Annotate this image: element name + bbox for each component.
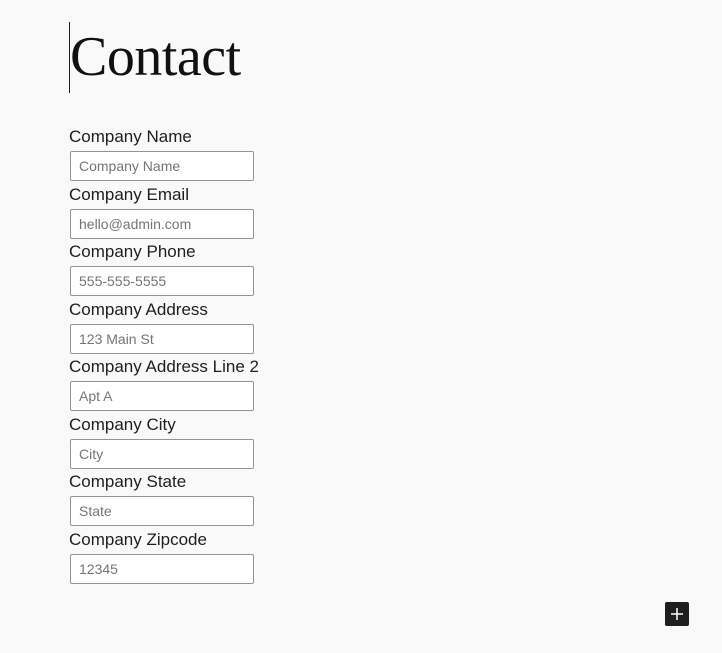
company-name-input[interactable] <box>70 151 254 181</box>
company-name-label: Company Name <box>69 127 192 146</box>
company-phone-input[interactable] <box>70 266 254 296</box>
company-address-line-2-label: Company Address Line 2 <box>69 357 259 376</box>
company-city-field: Company City <box>69 415 329 473</box>
company-email-input[interactable] <box>70 208 254 239</box>
company-phone-label: Company Phone <box>69 242 196 261</box>
company-state-input[interactable] <box>70 496 254 526</box>
company-address-line-2-input[interactable] <box>70 381 254 411</box>
company-phone-field: Company Phone <box>69 242 329 300</box>
company-zipcode-input[interactable] <box>70 553 254 584</box>
company-city-label: Company City <box>69 414 176 434</box>
company-address-label: Company Address <box>69 299 208 319</box>
contact-form: Company Name Company Email Company Phone… <box>69 127 329 587</box>
add-block-button[interactable] <box>665 602 689 626</box>
company-email-field: Company Email <box>69 185 329 243</box>
company-address-input[interactable] <box>70 323 254 354</box>
company-address-field: Company Address <box>69 300 329 358</box>
company-address-line-2-field: Company Address Line 2 <box>69 357 329 415</box>
company-state-label: Company State <box>69 472 187 491</box>
company-email-label: Company Email <box>69 184 189 204</box>
plus-icon <box>671 608 683 620</box>
company-zipcode-label: Company Zipcode <box>69 529 207 549</box>
company-zipcode-field: Company Zipcode <box>69 530 329 588</box>
company-name-field: Company Name <box>69 127 329 185</box>
company-state-field: Company State <box>69 472 329 530</box>
company-city-input[interactable] <box>70 438 254 469</box>
page-title[interactable]: Contact <box>69 22 241 93</box>
